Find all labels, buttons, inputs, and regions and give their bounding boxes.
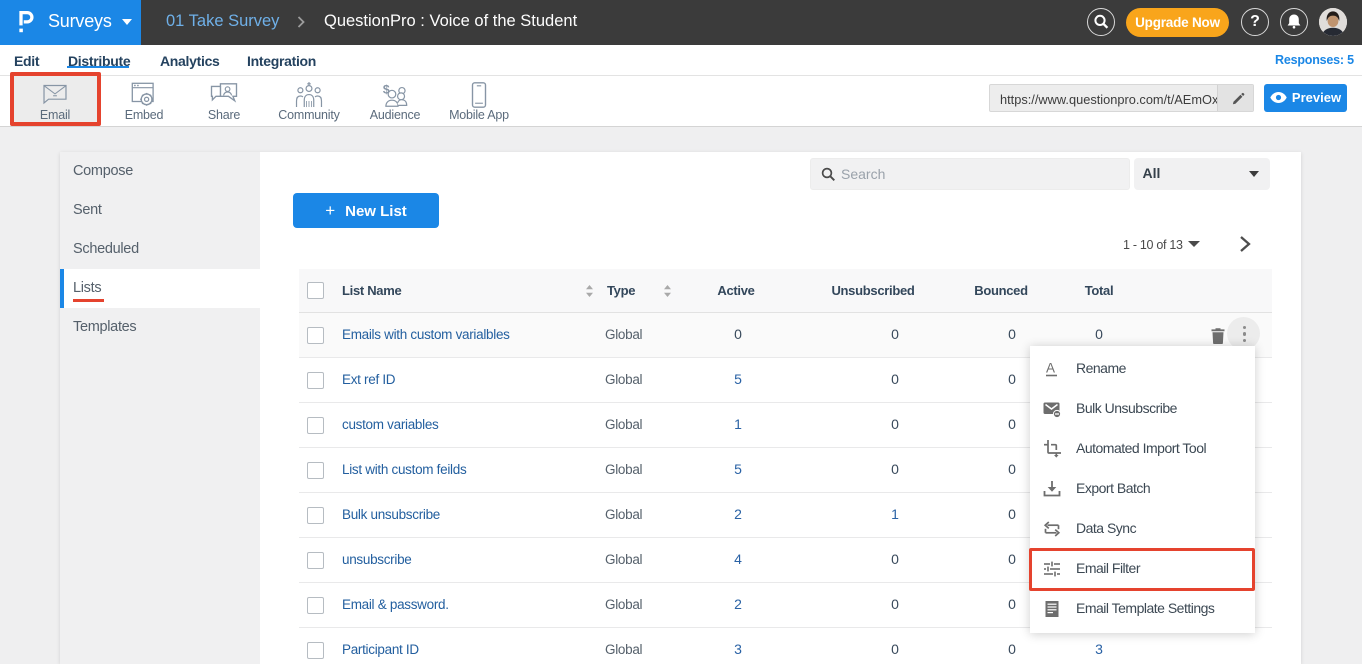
svg-text:A: A [1046,361,1055,376]
